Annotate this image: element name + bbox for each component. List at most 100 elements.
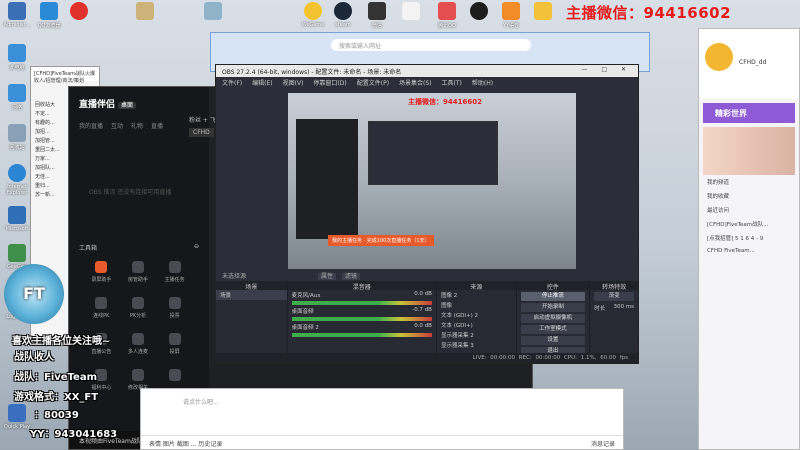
avatar[interactable] xyxy=(705,43,733,71)
preview-task-badge: 我的主播任务 · 完成100次直播任务（1天） xyxy=(328,235,434,246)
toolbox-grid: 录屏助手 房管助手 主播任务 连线PK PK分析 投票 直播公告 多人连麦 投屏… xyxy=(83,261,193,391)
controls-dock: 控件 停止推流 开始录制 启动虚拟摄像机 工作室模式 设置 退出 xyxy=(516,281,591,363)
desktop-icon-netease[interactable] xyxy=(62,2,96,22)
stop-streaming-button[interactable]: 停止推流 xyxy=(520,292,586,301)
desktop-icon-qq2[interactable] xyxy=(462,2,496,22)
desktop-icon-file[interactable] xyxy=(196,2,230,22)
toolbox-more-icon: ⊖ xyxy=(193,243,199,250)
yy-item[interactable]: [CFHD]FiveTeam战队... xyxy=(699,217,799,231)
overlay-line-5: ：80039 xyxy=(34,410,79,421)
source-item[interactable]: 图像 2 xyxy=(437,290,516,300)
chat-input[interactable]: 说点什么吧... xyxy=(183,397,219,406)
sources-dock: 来源 图像 2 图像 文本 (GDI+) 2 文本 (GDI+) 显示器采集 2… xyxy=(436,281,517,363)
streamer-wechat-headline: 主播微信：94416602 xyxy=(566,4,732,22)
tab-interact[interactable]: 互动 xyxy=(111,121,123,130)
source-item[interactable]: 显示器采集 2 xyxy=(437,330,516,340)
scene-item[interactable]: 场景 xyxy=(216,290,287,300)
tool-tasks[interactable]: 主播任务 xyxy=(156,261,193,283)
mixer-dock: 混音器 麦克风/Aux 0.0 dB 桌面音频 -0.7 dB 桌面音频 2 0.0 … xyxy=(287,281,437,363)
desktop-icon-doc[interactable] xyxy=(394,2,428,22)
obs-menu-bar: 文件(F) 编辑(E) 视图(V) 停靠窗口(D) 配置文件(P) 场景集合(S… xyxy=(216,77,638,87)
live-empty-text: OBS 推流 还没有连接可用直播 xyxy=(89,189,172,196)
desktop-icon-steam[interactable]: steam xyxy=(326,2,360,28)
desktop-icon-quick-play[interactable]: Quick Play xyxy=(0,404,34,430)
chat-history[interactable]: 消息记录 xyxy=(591,439,615,448)
mixer-channel: 桌面音频 -0.7 dB xyxy=(291,307,432,315)
desktop-icon-wegame[interactable]: WeGame xyxy=(296,2,330,28)
window-controls[interactable]: — □ ✕ xyxy=(581,66,632,73)
chat-toolbar: 表情 图片 截图 ... 历史记录 消息记录 xyxy=(141,435,623,449)
tab-gift[interactable]: 礼物 xyxy=(131,121,143,130)
volume-meter[interactable] xyxy=(291,301,432,305)
yy-item[interactable]: CFHD FiveTeam... xyxy=(699,245,799,257)
desktop-icon-app[interactable] xyxy=(128,2,162,22)
transitions-dock: 转场特效 渐变 时长 300 ms xyxy=(590,281,638,363)
source-item[interactable]: 显示器采集 3 xyxy=(437,340,516,350)
menu-file[interactable]: 文件(F) xyxy=(222,78,242,87)
tool-multi-mic[interactable]: 多人连麦 xyxy=(120,333,157,355)
desktop-icon-yy[interactable]: YY语音 xyxy=(494,2,528,29)
tool-vote[interactable]: 投票 xyxy=(156,297,193,319)
source-item[interactable]: 图像 xyxy=(437,300,516,310)
preview-screen: 主播微信：94416602 我的主播任务 · 完成100次直播任务（1天） xyxy=(288,93,576,269)
chat-window[interactable]: 说点什么吧... 表情 图片 截图 ... 历史记录 消息记录 xyxy=(140,388,624,450)
obs-preview[interactable]: 主播微信：94416602 我的主播任务 · 完成100次直播任务（1天） xyxy=(288,93,576,269)
address-bar[interactable]: 搜索或输入网址 xyxy=(331,39,531,51)
fiveteam-logo: FT xyxy=(4,264,64,324)
overlay-line-2: 战队收人 xyxy=(14,352,54,363)
yy-banner[interactable]: 精彩世界 xyxy=(703,103,795,123)
filters-button[interactable]: 滤镜 xyxy=(341,273,360,280)
source-toolbar: 未选择源 属性 滤镜 xyxy=(216,271,638,280)
toolbox-header: 工具箱 ⊖ xyxy=(79,243,199,252)
tab-live[interactable]: 直播 xyxy=(151,121,163,130)
source-item[interactable]: 文本 (GDI+) 2 xyxy=(437,310,516,320)
obs-docks: 场景 场景 混音器 麦克风/Aux 0.0 dB 桌面音频 -0.7 dB 桌面音频… xyxy=(216,281,638,363)
yy-item[interactable]: 我的频道 xyxy=(699,175,799,189)
yy-item[interactable]: 最近访问 xyxy=(699,203,799,217)
desktop-icon-ie[interactable]: Internet Explorer xyxy=(0,164,34,196)
yy-item[interactable]: [点我招管] 5 1 6 4 - 9 xyxy=(699,231,799,245)
menu-scene-collection[interactable]: 场景集合(S) xyxy=(399,78,432,87)
properties-button[interactable]: 属性 xyxy=(317,273,336,280)
desktop-icon-admin[interactable]: Administ... xyxy=(0,2,34,28)
tool-cast[interactable]: 投屏 xyxy=(156,333,193,355)
menu-help[interactable]: 帮助(H) xyxy=(472,78,493,87)
tool-pk[interactable]: 连线PK xyxy=(83,297,120,319)
tool-room-manager[interactable]: 房管助手 xyxy=(120,261,157,283)
desktop-icon-qq[interactable]: 腾讯QQ xyxy=(430,2,464,29)
menu-docks[interactable]: 停靠窗口(D) xyxy=(313,78,346,87)
menu-profile[interactable]: 配置文件(P) xyxy=(357,78,389,87)
source-item[interactable]: 文本 (GDI+) xyxy=(437,320,516,330)
transition-duration: 时长 300 ms xyxy=(594,304,634,312)
transition-select[interactable]: 渐变 xyxy=(594,292,634,301)
virtual-camera-button[interactable]: 启动虚拟摄像机 xyxy=(520,314,586,323)
menu-edit[interactable]: 编辑(E) xyxy=(252,78,272,87)
group-chat-title: [CFHD]FiveTeam战队火爆收人/招管理/商法/策划 xyxy=(31,67,99,84)
desktop-icon-wechat[interactable]: 微信 xyxy=(360,2,394,29)
obs-title-bar: OBS 27.2.4 (64-bit, windows) - 配置文件: 未命名… xyxy=(216,65,638,77)
start-recording-button[interactable]: 开始录制 xyxy=(520,303,586,312)
desktop-icon-this-pc[interactable]: 此电脑 xyxy=(0,44,34,71)
desktop-icon-recycle-bin[interactable]: 回收站 xyxy=(0,124,34,151)
tool-pk-analysis[interactable]: PK分析 xyxy=(120,297,157,319)
desktop-icon-microsoft[interactable]: Microsoft xyxy=(0,206,34,232)
volume-meter[interactable] xyxy=(291,317,432,321)
yy-item[interactable]: 我的收藏 xyxy=(699,189,799,203)
settings-button[interactable]: 设置 xyxy=(520,336,586,345)
tab-my-live[interactable]: 我的直播 xyxy=(79,121,103,130)
yy-panel[interactable]: CFHD_dd 精彩世界 我的频道 我的收藏 最近访问 [CFHD]FiveTe… xyxy=(698,28,800,450)
yy-username: CFHD_dd xyxy=(739,59,767,66)
obs-window[interactable]: OBS 27.2.4 (64-bit, windows) - 配置文件: 未命名… xyxy=(215,64,639,364)
mixer-channel: 桌面音频 2 0.0 dB xyxy=(291,323,432,331)
tool-record[interactable]: 录屏助手 xyxy=(83,261,120,283)
desktop-icon-network[interactable]: 网络 xyxy=(0,84,34,111)
menu-tools[interactable]: 工具(T) xyxy=(442,78,462,87)
overlay-line-3: 战队：FiveTeam xyxy=(14,372,98,383)
studio-mode-button[interactable]: 工作室模式 xyxy=(520,325,586,334)
live-tabs: 我的直播 互动 礼物 直播 xyxy=(79,121,163,130)
volume-meter[interactable] xyxy=(291,333,432,337)
menu-view[interactable]: 视图(V) xyxy=(283,78,304,87)
desktop-icon-qq-browser[interactable]: QQ浏览器 xyxy=(32,2,66,29)
yy-ad-image[interactable] xyxy=(703,127,795,175)
desktop-icon-app2[interactable] xyxy=(526,2,560,22)
